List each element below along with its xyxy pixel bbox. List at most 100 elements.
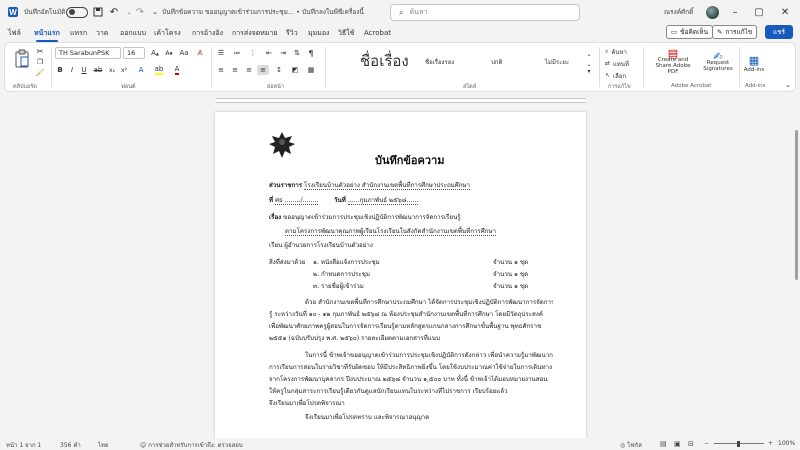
copy-icon[interactable]: ❐	[35, 57, 45, 67]
tab-3[interactable]: วาด	[96, 27, 108, 40]
align-right-icon[interactable]: ≡	[243, 65, 255, 75]
tab-10[interactable]: วิธีใช้	[338, 27, 354, 40]
superscript-icon[interactable]: x²	[119, 65, 129, 75]
style-subtitle[interactable]: ชื่อเรื่องรอง	[425, 57, 454, 67]
closing-line: จึงเรียนมาเพื่อโปรดทราบ และพิจารณาอนุญาต	[305, 414, 430, 421]
chevron-down-icon[interactable]: ⌄	[124, 5, 134, 19]
user-name[interactable]: ณรงค์ศักดิ์	[664, 5, 693, 19]
accessibility-status[interactable]: ☺ การช่วยสำหรับการเข้าถึง: ตรวจสอบ	[140, 440, 243, 450]
document-area[interactable]: บันทึกข้อความ ส่วนราชการ โรงเรียนบ้านตัว…	[0, 106, 793, 438]
bold-icon[interactable]: B	[55, 65, 65, 75]
tab-4[interactable]: ออกแบบ	[120, 27, 146, 40]
find-button[interactable]: ⌕ ค้นหา	[605, 47, 627, 56]
zoom-slider-handle[interactable]	[737, 441, 740, 447]
word-count[interactable]: 356 คำ	[60, 440, 81, 450]
autosave-toggle[interactable]	[66, 5, 88, 19]
attachment-item: ๑. หนังสือแจ้งการประชุม	[313, 259, 380, 266]
bullets-icon[interactable]: ☰	[215, 48, 227, 58]
show-formatting-icon[interactable]: ¶	[305, 48, 317, 58]
attachment-count: จำนวน ๑ ชุด	[493, 271, 529, 278]
tab-0[interactable]: ไฟล์	[8, 27, 21, 40]
zoom-out-icon[interactable]: −	[704, 440, 709, 447]
horizontal-ruler[interactable]	[0, 94, 800, 106]
tab-8[interactable]: รีวิว	[286, 27, 298, 40]
subscript-icon[interactable]: x₂	[107, 65, 117, 75]
select-button[interactable]: ↖ เลือก	[605, 71, 626, 80]
ribbon: ✂ ❐ 🖌 คลิปบอร์ด TH SarabunPSK 16 A ▲ A ▼ A…	[4, 42, 796, 92]
attachment-item: ๓. รายชื่อผู้เข้าร่วม	[313, 283, 364, 290]
font-size-select[interactable]: 16	[123, 47, 145, 59]
language[interactable]: ไทย	[98, 440, 109, 450]
undo-icon[interactable]: ↶	[108, 5, 120, 19]
style-title[interactable]: ชื่อเรื่อง	[360, 49, 409, 73]
clear-formatting-icon[interactable]: A̸	[194, 48, 206, 58]
tab-5[interactable]: เค้าโครง	[154, 27, 181, 40]
print-layout-icon[interactable]: ▣	[674, 440, 681, 448]
increase-indent-icon[interactable]: ⇥	[277, 48, 289, 58]
add-ins-icon: ▦	[748, 53, 760, 67]
tab-7[interactable]: การส่งจดหมาย	[232, 27, 278, 40]
paragraph-line: เพื่อพัฒนาศักยภาพครูผู้สอนในการจัดการเรี…	[269, 323, 542, 330]
group-label-editing: การแก้ไข	[608, 84, 631, 90]
tab-1[interactable]: หน้าแรก	[34, 27, 60, 42]
editing-mode-button[interactable]: ✎ การแก้ไข	[712, 25, 758, 39]
zoom-in-icon[interactable]: +	[768, 440, 773, 447]
tab-2[interactable]: แทรก	[70, 27, 87, 40]
grow-font-icon[interactable]: A ▲	[149, 48, 161, 58]
redo-icon[interactable]: ↷	[134, 5, 146, 19]
search-box[interactable]: ⌕ ค้นหา	[390, 4, 580, 21]
font-name-select[interactable]: TH SarabunPSK	[55, 47, 121, 59]
format-painter-icon[interactable]: 🖌	[35, 68, 45, 78]
request-signatures-button[interactable]: ✍ Request Signatures	[699, 46, 737, 80]
highlight-icon[interactable]: ab	[153, 65, 165, 75]
avatar[interactable]	[706, 6, 719, 19]
collapse-ribbon-icon[interactable]: ⌄	[783, 81, 793, 89]
close-icon[interactable]: ✕	[776, 4, 794, 20]
focus-button[interactable]: ◎ โฟกัส	[620, 440, 642, 450]
shrink-font-icon[interactable]: A ▼	[163, 48, 175, 58]
web-layout-icon[interactable]: ⊟	[688, 440, 694, 448]
page-count[interactable]: หน้า 1 จาก 1	[6, 440, 41, 450]
italic-icon[interactable]: I	[67, 65, 77, 75]
line-spacing-icon[interactable]: ↕	[273, 65, 285, 75]
share-button[interactable]: แชร์	[765, 25, 793, 39]
text-effects-icon[interactable]: A	[135, 65, 147, 75]
document-title[interactable]: บันทึกข้อความ ขออนุญาตเข้าร่วมการประชุม.…	[162, 5, 364, 19]
read-mode-icon[interactable]: ▤	[660, 440, 667, 448]
add-ins-button[interactable]: ▦ Add-ins	[741, 46, 767, 80]
tab-6[interactable]: การอ้างอิง	[192, 27, 223, 40]
multilevel-list-icon[interactable]: ⋮	[247, 48, 259, 58]
zoom-level[interactable]: 100%	[778, 440, 795, 447]
cut-icon[interactable]: ✂	[35, 46, 45, 56]
maximize-icon[interactable]: ▢	[750, 4, 768, 20]
scrollbar-thumb[interactable]	[795, 130, 798, 280]
justify-icon[interactable]: ≡	[257, 65, 269, 75]
tab-9[interactable]: มุมมอง	[308, 27, 329, 40]
borders-icon[interactable]: ▦	[305, 65, 317, 75]
strikethrough-icon[interactable]: ab	[93, 65, 103, 75]
create-pdf-button[interactable]: ▤ Create and Share Adobe PDF	[653, 46, 693, 80]
comments-button[interactable]: ▭ ข้อคิดเห็น	[666, 25, 714, 39]
customize-toolbar-icon[interactable]: ⌄	[150, 5, 160, 19]
garuda-emblem-icon	[268, 130, 296, 160]
replace-button[interactable]: ⇄ แทนที่	[605, 59, 629, 68]
font-color-icon[interactable]: A	[171, 65, 183, 75]
sort-icon[interactable]: ⇅	[291, 48, 303, 58]
align-center-icon[interactable]: ≡	[229, 65, 241, 75]
decrease-indent-icon[interactable]: ⇤	[263, 48, 275, 58]
document-page[interactable]: บันทึกข้อความ ส่วนราชการ โรงเรียนบ้านตัว…	[215, 112, 586, 438]
shading-icon[interactable]: ◩	[289, 65, 301, 75]
paste-button[interactable]	[11, 47, 33, 71]
underline-icon[interactable]: U	[79, 65, 89, 75]
change-case-icon[interactable]: Aa	[178, 48, 190, 58]
style-normal[interactable]: ปกติ	[491, 57, 502, 67]
numbering-icon[interactable]: ≔	[231, 48, 243, 58]
align-left-icon[interactable]: ≡	[215, 65, 227, 75]
save-icon[interactable]	[92, 5, 104, 19]
minimize-icon[interactable]: –	[726, 4, 744, 20]
tab-11[interactable]: Acrobat	[364, 27, 391, 40]
svg-text:W: W	[9, 8, 17, 17]
style-no-spacing[interactable]: ไม่มีระยะ	[545, 57, 569, 67]
styles-scroll[interactable]: ⌃ ⌄ ▾	[585, 49, 593, 79]
autosave-label: บันทึกอัตโนมัติ	[24, 8, 66, 16]
